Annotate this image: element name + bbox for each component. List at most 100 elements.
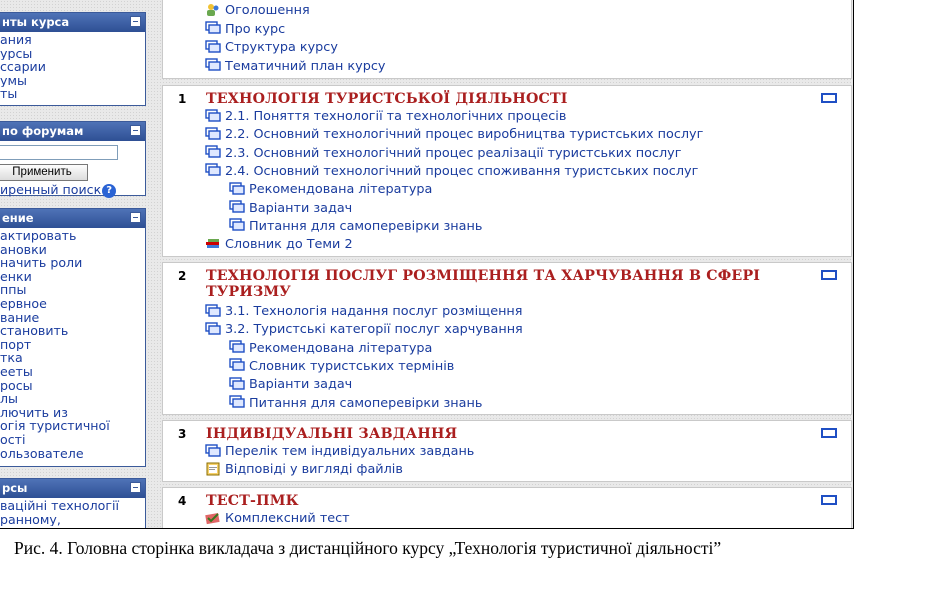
courses-header: рсы	[0, 479, 145, 498]
activity-label: 3.2. Туристські категорії послуг харчува…	[225, 322, 523, 338]
admin-link[interactable]: ользователе	[0, 447, 145, 461]
forum-search-title: по форумам	[2, 124, 84, 138]
section-title: ТЕХНОЛОГІЯ ПОСЛУГ РОЗМІЩЕННЯ ТА ХАРЧУВАН…	[206, 268, 761, 300]
sidebar-link-resources[interactable]: урсы	[0, 47, 145, 61]
sidebar-link-forums[interactable]: умы	[0, 74, 145, 88]
screenshot-frame: нты курса ания урсы ссарии умы ты по фор…	[0, 0, 854, 529]
activity-link[interactable]: Оголошення	[205, 2, 310, 20]
resource-icon	[205, 127, 221, 140]
apply-button[interactable]: Применить	[0, 164, 88, 181]
activity-label: 2.3. Основний технологічний процес реалі…	[225, 145, 682, 161]
collapse-icon[interactable]	[130, 125, 141, 136]
courses-block: рсы ваційні технології ранному,	[0, 478, 146, 528]
assignment-icon	[206, 462, 220, 476]
section-number: 1	[178, 92, 187, 106]
activity-label: Комплексний тест	[225, 511, 350, 526]
figure-caption: Рис. 4. Головна сторінка викладача з дис…	[14, 538, 722, 558]
course-link[interactable]: ваційні технології	[0, 499, 145, 513]
admin-link[interactable]: росы	[0, 379, 145, 393]
admin-link[interactable]: лы	[0, 392, 145, 406]
activities-block-title: нты курса	[2, 15, 70, 29]
activity-link[interactable]: 2.1. Поняття технології та технологічних…	[205, 108, 566, 126]
forum-search-block: по форумам Применить иренный поиск?	[0, 121, 146, 198]
admin-link[interactable]: ервное	[0, 297, 145, 311]
activity-link[interactable]: 3.2. Туристські категорії послуг харчува…	[205, 321, 523, 339]
admin-link[interactable]: актировать	[0, 229, 145, 243]
activity-label: 2.4. Основний технологічний процес спожи…	[225, 163, 699, 179]
activity-link[interactable]: 3.1. Технологія надання послуг розміщенн…	[205, 303, 523, 321]
section-number: 3	[178, 427, 187, 441]
show-only-topic-icon[interactable]	[821, 495, 837, 505]
activity-link[interactable]: Словник до Теми 2	[205, 236, 353, 254]
admin-link[interactable]: ееты	[0, 365, 145, 379]
administration-title: ение	[2, 211, 34, 225]
activity-link[interactable]: Рекомендована література	[229, 340, 432, 358]
activity-link[interactable]: Комплексний тест	[205, 510, 350, 528]
activity-link[interactable]: Питання для самоперевірки знань	[229, 218, 482, 236]
section-title: ІНДИВІДУАЛЬНІ ЗАВДАННЯ	[206, 426, 458, 442]
resource-icon	[205, 58, 221, 71]
resource-icon	[229, 376, 245, 390]
collapse-icon[interactable]	[130, 482, 141, 493]
forum-search-header: по форумам	[0, 122, 145, 141]
admin-link[interactable]: ппы	[0, 283, 145, 297]
activity-link[interactable]: Відповіді у вигляді файлів	[205, 461, 403, 479]
activity-label: Словник до Теми 2	[225, 237, 353, 253]
activity-link[interactable]: 2.4. Основний технологічний процес спожи…	[205, 163, 698, 181]
collapse-icon[interactable]	[130, 16, 141, 27]
activity-link[interactable]: Варіанти задач	[229, 376, 352, 394]
activity-label: Тематичний план курсу	[225, 58, 386, 74]
show-only-topic-icon[interactable]	[821, 270, 837, 280]
resource-icon	[205, 443, 221, 457]
topic-intro: Оголошення Про курс Структура курсу Тематич…	[162, 0, 852, 79]
activity-label: Перелік тем індивідуальних завдань	[225, 444, 475, 459]
sidebar-link-tests[interactable]: ты	[0, 87, 145, 101]
administration-header: ение	[0, 209, 145, 228]
admin-link[interactable]: становить	[0, 324, 145, 338]
section-title: ТЕХНОЛОГІЯ ТУРИСТСЬКОЇ ДІЯЛЬНОСТІ	[206, 91, 568, 107]
activity-link[interactable]: Тематичний план курсу	[205, 58, 385, 76]
admin-link[interactable]: лючить из	[0, 406, 145, 420]
activity-link[interactable]: 2.2. Основний технологічний процес вироб…	[205, 126, 703, 144]
show-only-topic-icon[interactable]	[821, 93, 837, 103]
admin-link[interactable]: ості	[0, 433, 145, 447]
section-number: 2	[178, 269, 187, 283]
help-icon[interactable]: ?	[102, 183, 117, 198]
activity-label: Оголошення	[225, 3, 310, 18]
admin-link[interactable]: порт	[0, 338, 145, 352]
resource-icon	[229, 181, 245, 195]
resource-icon	[229, 200, 245, 213]
admin-link[interactable]: вание	[0, 311, 145, 325]
activity-label: Рекомендована література	[249, 182, 433, 198]
activity-link[interactable]: Рекомендована література	[229, 181, 432, 199]
resource-icon	[205, 108, 221, 122]
admin-link[interactable]: начить роли	[0, 256, 145, 270]
admin-link[interactable]: енки	[0, 270, 145, 284]
activity-label: 2.2. Основний технологічний процес вироб…	[225, 127, 704, 143]
activities-block: нты курса ания урсы ссарии умы ты	[0, 12, 146, 106]
activity-link[interactable]: Перелік тем індивідуальних завдань	[205, 443, 474, 461]
collapse-icon[interactable]	[130, 212, 141, 223]
activity-link[interactable]: Про курс	[205, 21, 285, 39]
activity-link[interactable]: Варіанти задач	[229, 200, 352, 218]
resource-icon	[229, 395, 245, 408]
activity-label: Словник туристських термінів	[249, 358, 455, 374]
forum-search-input[interactable]	[0, 145, 118, 160]
section-title: ТЕСТ-ПМК	[206, 493, 299, 509]
activity-label: Відповіді у вигляді файлів	[225, 462, 403, 478]
activity-link[interactable]: Питання для самоперевірки знань	[229, 395, 482, 413]
advanced-search-link[interactable]: иренный поиск	[0, 182, 101, 197]
sidebar-link-assignments[interactable]: ания	[0, 33, 145, 47]
activity-label: Варіанти задач	[249, 200, 353, 216]
activity-link[interactable]: Структура курсу	[205, 39, 338, 57]
admin-link[interactable]: огія туристичної	[0, 419, 145, 433]
admin-link[interactable]: ановки	[0, 243, 145, 257]
activity-link[interactable]: 2.3. Основний технологічний процес реалі…	[205, 145, 681, 163]
course-link[interactable]: ранному,	[0, 513, 145, 527]
activity-label: Про курс	[225, 21, 286, 37]
show-only-topic-icon[interactable]	[821, 428, 837, 438]
activity-link[interactable]: Словник туристських термінів	[229, 358, 454, 376]
sidebar-link-glossaries[interactable]: ссарии	[0, 60, 145, 74]
activity-label: Рекомендована література	[249, 340, 433, 356]
admin-link[interactable]: тка	[0, 351, 145, 365]
